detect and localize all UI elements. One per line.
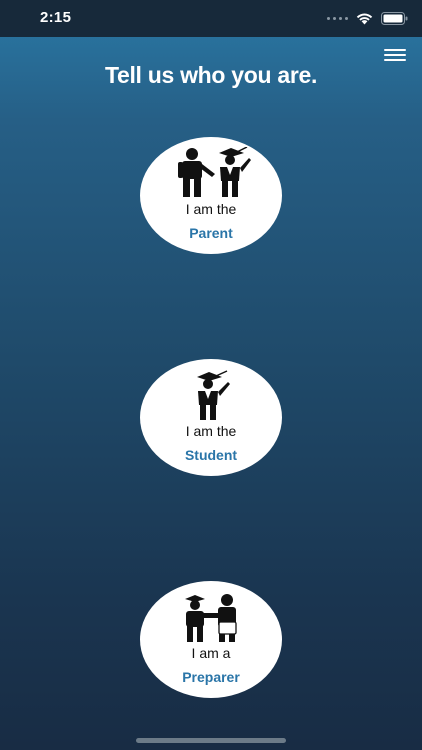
role-name-label: Student [184, 447, 238, 463]
role-card-parent[interactable]: I am the Parent [140, 137, 282, 254]
wifi-icon [356, 13, 373, 24]
role-card-student[interactable]: I am the Student [140, 359, 282, 476]
graduate-student-icon [197, 370, 230, 420]
parent-and-student-icon [178, 147, 251, 197]
cellular-signal-icon [327, 16, 348, 20]
role-prefix-label: I am the [185, 423, 237, 439]
status-time: 2:15 [40, 9, 72, 26]
battery-icon [381, 11, 408, 25]
role-prefix-label: I am a [191, 645, 231, 661]
home-indicator[interactable] [136, 738, 286, 743]
role-name-label: Preparer [182, 669, 240, 685]
role-card-preparer[interactable]: I am a Preparer [140, 581, 282, 698]
status-icons [327, 10, 408, 26]
role-prefix-label: I am the [185, 201, 237, 217]
preparer-handshake-icon [185, 594, 237, 642]
role-selection-screen: 2:15 Tell us who you are. I am the Paren… [0, 0, 422, 750]
role-name-label: Parent [189, 225, 233, 241]
page-title: Tell us who you are. [104, 62, 318, 88]
status-bar: 2:15 [0, 0, 422, 37]
